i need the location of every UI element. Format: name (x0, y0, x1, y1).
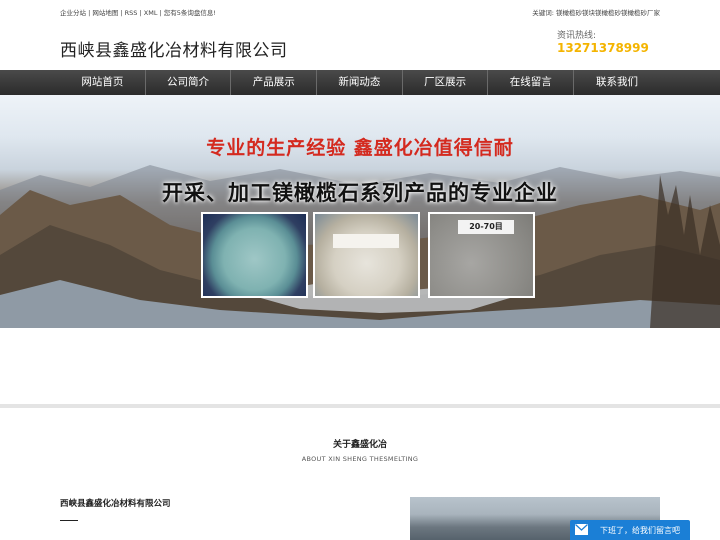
nav-home[interactable]: 网站首页 (60, 70, 146, 95)
about-subtitle: ABOUT XIN SHENG THESMELTING (301, 455, 419, 463)
product-image-gray-sand: 20-70目 (428, 212, 535, 298)
site-brand[interactable]: 西峡县鑫盛化冶材料有限公司 (60, 36, 288, 61)
link-rss[interactable]: RSS (125, 9, 138, 17)
nav-contact[interactable]: 联系我们 (574, 70, 660, 95)
product-mesh-tag: 20-70目 (458, 220, 514, 234)
banner-slogan-top: 专业的生产经验 鑫盛化冶值得信耐 (206, 137, 514, 159)
section-divider (0, 404, 720, 408)
hero-banner: 专业的生产经验 鑫盛化冶值得信耐 开采、加工镁橄榄石系列产品的专业企业 20-7… (0, 95, 720, 328)
company-name: 西峡县鑫盛化冶材料有限公司 (60, 499, 171, 509)
nav-news[interactable]: 新闻动态 (317, 70, 403, 95)
keywords: 关键词: 镁橄榄砂镁块镁橄榄砂镁橄榄砂厂家 (532, 7, 660, 17)
top-bar: 企业分站 | 网站地图 | RSS | XML | 您有5条询盘信息! 关键词:… (0, 0, 720, 22)
hotline-phone: 13271378999 (557, 41, 649, 55)
top-links: 企业分站 | 网站地图 | RSS | XML | 您有5条询盘信息! (60, 9, 217, 17)
product-bag-label (333, 234, 399, 248)
nav-about[interactable]: 公司简介 (146, 70, 232, 95)
product-image-green-sand (201, 212, 308, 298)
banner-slogan-main: 开采、加工镁橄榄石系列产品的专业企业 (162, 181, 558, 205)
about-title: 关于鑫盛化冶 (332, 440, 387, 450)
keywords-text[interactable]: 镁橄榄砂镁块镁橄榄砂镁橄榄砂厂家 (556, 9, 660, 17)
company-name-underline (60, 520, 78, 521)
mail-icon (575, 524, 588, 535)
link-xml[interactable]: XML (144, 9, 158, 17)
nav-products[interactable]: 产品展示 (231, 70, 318, 95)
main-nav: 网站首页 公司简介 产品展示 新闻动态 厂区展示 在线留言 联系我们 (0, 70, 720, 95)
company-intro-text (60, 533, 390, 540)
hotline-label: 资讯热线: (557, 31, 597, 41)
nav-factory[interactable]: 厂区展示 (403, 70, 489, 95)
leave-message-label: 下班了，给我们留言吧 (600, 526, 680, 535)
site-header: 西峡县鑫盛化冶材料有限公司 资讯热线: 13271378999 (0, 22, 720, 70)
product-image-bagged-sand (313, 212, 420, 298)
keywords-label: 关键词: (532, 9, 554, 17)
leave-message-bar[interactable]: 下班了，给我们留言吧 (570, 520, 690, 540)
link-sitemap[interactable]: 网站地图 (92, 9, 118, 17)
inquiry-notice-link[interactable]: 您有5条询盘信息! (164, 9, 216, 17)
nav-message[interactable]: 在线留言 (488, 70, 575, 95)
link-sub-sites[interactable]: 企业分站 (60, 9, 86, 17)
